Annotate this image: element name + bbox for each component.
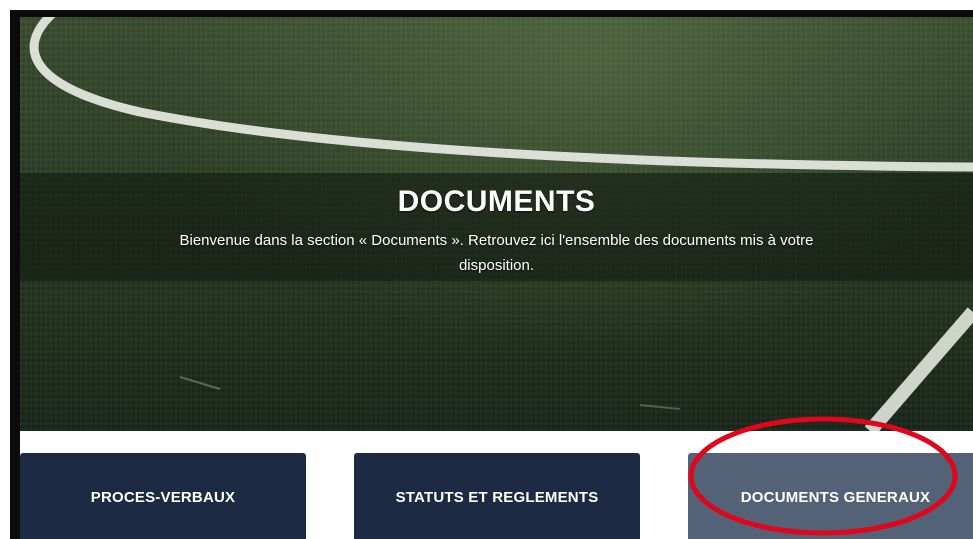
page-content: DOCUMENTS Bienvenue dans la section « Do… [20, 17, 973, 539]
proces-verbaux-button[interactable]: PROCES-VERBAUX [20, 453, 306, 539]
page-subtitle: Bienvenue dans la section « Documents ».… [179, 232, 814, 274]
page-title: DOCUMENTS [397, 185, 596, 218]
statuts-reglements-button[interactable]: STATUTS ET REGLEMENTS [354, 453, 640, 539]
hero-banner: DOCUMENTS Bienvenue dans la section « Do… [20, 17, 973, 431]
screenshot-frame: DOCUMENTS Bienvenue dans la section « Do… [10, 10, 973, 539]
statuts-reglements-label: STATUTS ET REGLEMENTS [395, 489, 599, 506]
proces-verbaux-label: PROCES-VERBAUX [90, 489, 236, 506]
category-buttons: PROCES-VERBAUX STATUTS ET REGLEMENTS DOC… [20, 445, 973, 539]
documents-generaux-button[interactable]: DOCUMENTS GENERAUX [688, 453, 973, 539]
documents-generaux-label: DOCUMENTS GENERAUX [740, 489, 931, 506]
